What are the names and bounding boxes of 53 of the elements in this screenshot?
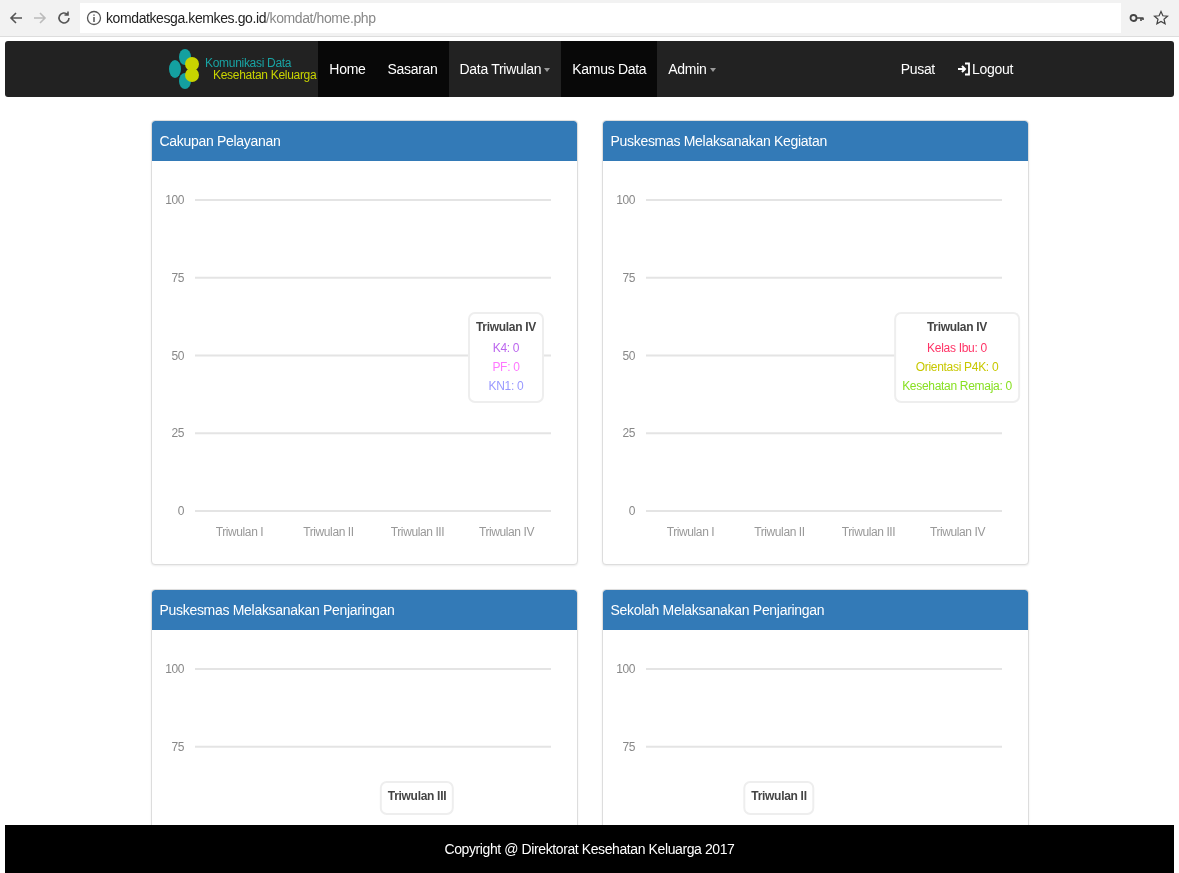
axis-label: 75 — [621, 739, 635, 754]
tooltip-title: Triwulan II — [751, 789, 807, 803]
user-link[interactable]: Pusat — [889, 41, 946, 97]
panel-header: Puskesmas Melaksanakan Penjaringan — [151, 590, 577, 630]
tooltip-entry: Orientasi P4K: 0 — [915, 360, 999, 374]
axis-label: 100 — [164, 662, 184, 676]
login-icon — [956, 62, 971, 76]
brand-logo[interactable]: Komunikasi Data Kesehatan Keluarga — [165, 41, 319, 97]
axis-label: 100 — [164, 193, 184, 207]
axis-label: Triwulan III — [390, 525, 444, 539]
logout-link[interactable]: Logout — [945, 41, 1024, 97]
axis-label: 75 — [621, 270, 635, 285]
axis-label: 50 — [621, 348, 635, 363]
axis-label: 0 — [177, 504, 184, 518]
panel-header: Puskesmas Melaksanakan Kegiatan — [602, 121, 1028, 161]
tooltip-entry: PF: 0 — [492, 360, 520, 374]
tooltip-entry: KN1: 0 — [488, 379, 524, 393]
url-text[interactable]: komdatkesga.kemkes.go.id/komdat/home.php — [106, 10, 376, 26]
axis-label: Triwulan III — [841, 525, 895, 539]
panel-header: Cakupan Pelayanan — [151, 121, 577, 161]
axis-label: 75 — [170, 739, 184, 754]
nav-link[interactable]: Kamus Data — [561, 41, 658, 97]
brand-title: Komunikasi Data — [205, 57, 293, 69]
star-icon[interactable] — [1153, 10, 1169, 26]
axis-label: 100 — [615, 193, 635, 207]
axis-label: Triwulan IV — [929, 525, 985, 539]
nav-dropdown[interactable]: Admin — [657, 41, 727, 97]
axis-label: 0 — [628, 504, 635, 518]
copyright-text: Copyright @ Direktorat Kesehatan Keluarga 2017 — [444, 841, 735, 857]
nav-dropdown[interactable]: Data Triwulan — [448, 41, 562, 97]
axis-label: 25 — [170, 426, 184, 441]
brand-subtitle: Kesehatan Keluarga — [212, 69, 317, 81]
axis-label: 25 — [621, 426, 635, 441]
nav-link[interactable]: Home — [318, 41, 377, 97]
reload-icon[interactable] — [56, 10, 72, 26]
nav-link[interactable]: Sasaran — [376, 41, 449, 97]
tooltip-entry: Kelas Ibu: 0 — [927, 341, 987, 355]
tooltip-entry: Kesehatan Remaja: 0 — [902, 379, 1012, 393]
axis-label: Triwulan II — [753, 525, 805, 539]
axis-label: Triwulan IV — [478, 525, 534, 539]
axis-label: Triwulan II — [302, 525, 354, 539]
axis-label: Triwulan I — [215, 525, 263, 539]
tooltip-title: Triwulan IV — [926, 320, 987, 334]
panel-header: Sekolah Melaksanakan Penjaringan — [602, 590, 1028, 630]
axis-label: 100 — [615, 662, 635, 676]
tooltip-entry: K4: 0 — [492, 341, 520, 355]
tooltip-title: Triwulan IV — [476, 320, 536, 334]
axis-label: Triwulan I — [666, 525, 714, 539]
back-icon[interactable] — [8, 10, 24, 26]
tooltip-title: Triwulan III — [387, 789, 447, 803]
info-icon[interactable] — [86, 10, 102, 26]
axis-label: 50 — [170, 348, 184, 363]
axis-label: 75 — [170, 270, 184, 285]
